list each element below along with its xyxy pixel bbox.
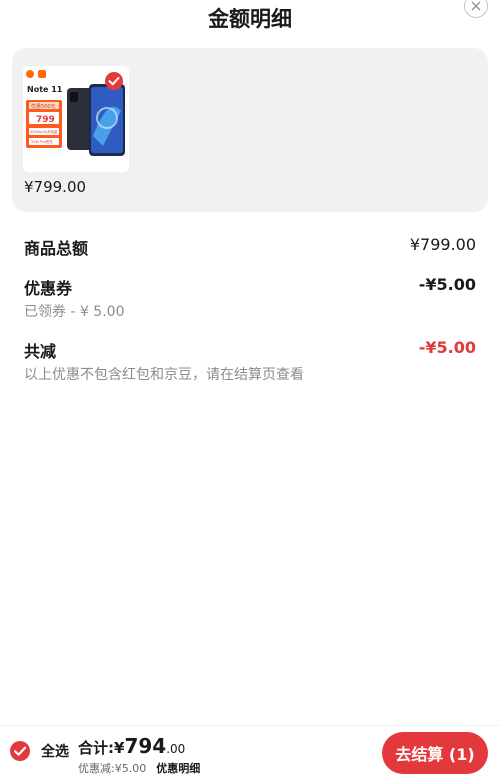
total-reduce-row: 共减 -¥5.00 以上优惠不包含红包和京豆，请在结算页查看 <box>24 338 476 388</box>
select-all-toggle[interactable]: 全选 <box>10 741 69 761</box>
select-all-label: 全选 <box>41 744 69 760</box>
product-image-price: 799 <box>36 115 55 125</box>
total-currency: ¥ <box>114 739 125 757</box>
coupon-sub: 已领券 - ¥ 5.00 <box>24 304 125 320</box>
total-integer: 794 <box>124 734 167 758</box>
amount-detail-panel: 金额明细 Note 11 优惠500元 799 5000mAh大电量 33W P… <box>0 0 500 777</box>
product-image-model: Note 11 <box>27 85 63 94</box>
total-reduce-note: 以上优惠不包含红包和京豆，请在结算页查看 <box>24 367 304 383</box>
goods-total-value: ¥799.00 <box>409 235 476 254</box>
discount-line: 优惠减:¥5.00 优惠明细 <box>78 760 200 776</box>
header: 金额明细 <box>0 0 500 36</box>
bottom-bar: 全选 合计:¥794.00 优惠减:¥5.00 优惠明细 去结算 (1) <box>0 725 500 777</box>
product-image[interactable]: Note 11 优惠500元 799 5000mAh大电量 33W Pro快充 <box>23 66 129 172</box>
coupon-value: -¥5.00 <box>418 275 476 294</box>
goods-total-label: 商品总额 <box>24 239 89 258</box>
total-amount: 合计:¥794.00 <box>78 734 185 758</box>
total-reduce-label: 共减 <box>24 342 57 361</box>
coupon-label: 优惠券 <box>24 279 73 298</box>
product-card: Note 11 优惠500元 799 5000mAh大电量 33W Pro快充 <box>12 48 488 212</box>
total-decimal: .00 <box>166 742 186 756</box>
product-image-tag: 优惠500元 <box>31 103 56 110</box>
coupon-row: 优惠券 -¥5.00 已领券 - ¥ 5.00 <box>24 275 476 325</box>
product-price: ¥799.00 <box>24 178 87 196</box>
discount-detail-link[interactable]: 优惠明细 <box>156 762 200 775</box>
discount-text: 优惠减:¥5.00 <box>78 762 147 775</box>
total-label: 合计: <box>78 739 114 757</box>
product-image-spec1: 5000mAh大电量 <box>30 129 58 134</box>
product-image-spec2: 33W Pro快充 <box>31 139 53 144</box>
check-circle-icon[interactable] <box>10 741 30 761</box>
checkout-button[interactable]: 去结算 (1) <box>382 732 488 774</box>
close-icon <box>471 1 481 11</box>
goods-total-row: 商品总额 ¥799.00 <box>24 235 476 259</box>
selected-check-icon[interactable] <box>105 72 123 90</box>
page-title: 金额明细 <box>208 7 292 31</box>
total-reduce-value: -¥5.00 <box>418 338 476 357</box>
